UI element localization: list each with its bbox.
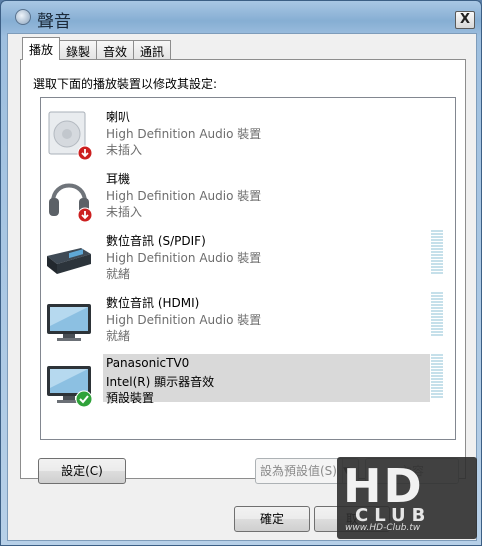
device-status: 就緒 (106, 267, 131, 281)
volume-meter (431, 354, 443, 398)
device-status: 就緒 (106, 329, 131, 343)
volume-meter (431, 230, 443, 274)
device-name: PanasonicTV0 (106, 356, 190, 370)
unplugged-badge-icon (77, 207, 93, 223)
title-bar[interactable]: 聲音 X (1, 1, 481, 33)
sound-dialog: 聲音 X 播放 錄製 音效 通訊 選取下面的播放裝置以修改其設定: 喇叭 Hig… (0, 0, 482, 546)
set-default-label: 設為預設值(S) (260, 464, 337, 478)
device-name: 數位音訊 (HDMI) (106, 296, 200, 310)
device-item-headphones[interactable]: 耳機 High Definition Audio 裝置 未插入 (41, 166, 455, 228)
configure-button[interactable]: 設定(C) (38, 458, 126, 484)
unplugged-badge-icon (77, 145, 93, 161)
device-description: High Definition Audio 裝置 (106, 251, 262, 265)
watermark: HD CLUB www.HD-Club.tw (337, 457, 477, 539)
instruction-text: 選取下面的播放裝置以修改其設定: (33, 77, 218, 91)
tab-sounds[interactable]: 音效 (96, 40, 135, 60)
device-description: High Definition Audio 裝置 (106, 127, 262, 141)
window-title: 聲音 (37, 12, 71, 32)
device-name: 耳機 (106, 172, 131, 186)
device-description: High Definition Audio 裝置 (106, 189, 262, 203)
volume-meter (431, 292, 443, 336)
device-description: Intel(R) 顯示器音效 (106, 375, 215, 389)
playback-device-list[interactable]: 喇叭 High Definition Audio 裝置 未插入 耳機 High … (40, 97, 456, 440)
device-item-hdmi[interactable]: 數位音訊 (HDMI) High Definition Audio 裝置 就緒 (41, 290, 455, 352)
tab-communications[interactable]: 通訊 (133, 40, 172, 60)
playback-tab-panel: 選取下面的播放裝置以修改其設定: 喇叭 High Definition Audi… (20, 59, 466, 479)
device-status: 未插入 (106, 143, 143, 157)
device-description: High Definition Audio 裝置 (106, 313, 262, 327)
close-button[interactable]: X (455, 11, 475, 29)
default-check-icon (75, 390, 93, 408)
device-status: 未插入 (106, 205, 143, 219)
tab-recording[interactable]: 錄製 (59, 40, 98, 60)
device-status: 預設裝置 (106, 391, 155, 405)
device-item-panasonic-tv[interactable]: PanasonicTV0 Intel(R) 顯示器音效 預設裝置 (41, 352, 455, 414)
ok-button[interactable]: 確定 (234, 506, 310, 532)
device-item-speakers[interactable]: 喇叭 High Definition Audio 裝置 未插入 (41, 104, 455, 166)
monitor-icon (47, 304, 91, 341)
tab-playback[interactable]: 播放 (22, 37, 61, 60)
tab-strip: 播放 錄製 音效 通訊 (22, 37, 172, 60)
digital-audio-receiver-icon (47, 248, 91, 274)
watermark-url: www.HD-Club.tw (345, 523, 421, 533)
sound-app-icon (15, 9, 31, 25)
device-item-spdif[interactable]: 數位音訊 (S/PDIF) High Definition Audio 裝置 就… (41, 228, 455, 290)
device-name: 數位音訊 (S/PDIF) (106, 234, 206, 248)
device-name: 喇叭 (106, 110, 131, 124)
